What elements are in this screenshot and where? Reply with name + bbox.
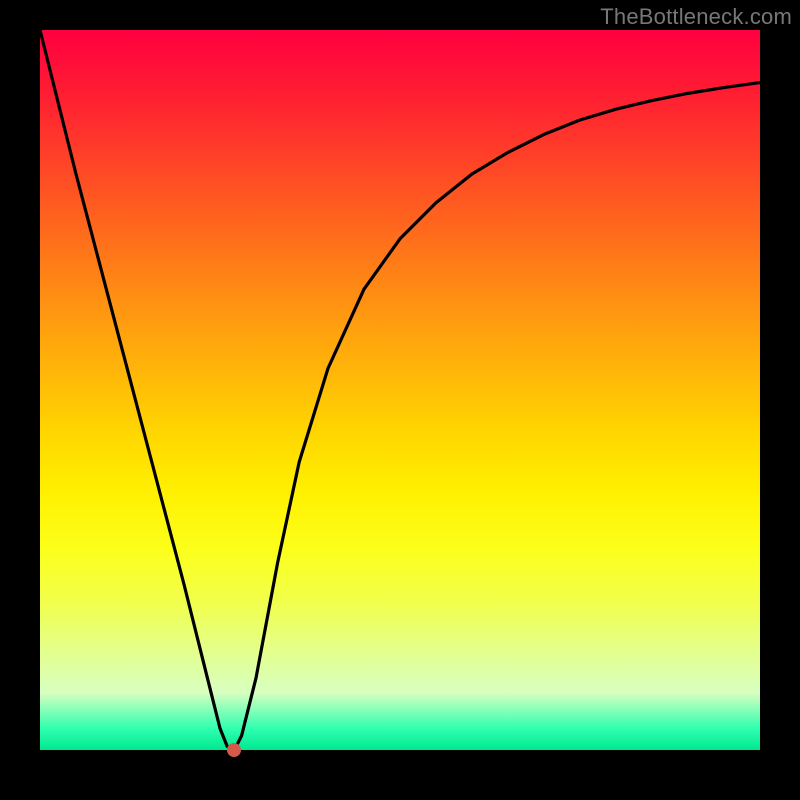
minimum-marker bbox=[227, 743, 241, 757]
chart-frame: TheBottleneck.com bbox=[0, 0, 800, 800]
watermark-text: TheBottleneck.com bbox=[600, 4, 792, 30]
line-curve bbox=[40, 30, 760, 750]
plot-area bbox=[40, 30, 760, 750]
